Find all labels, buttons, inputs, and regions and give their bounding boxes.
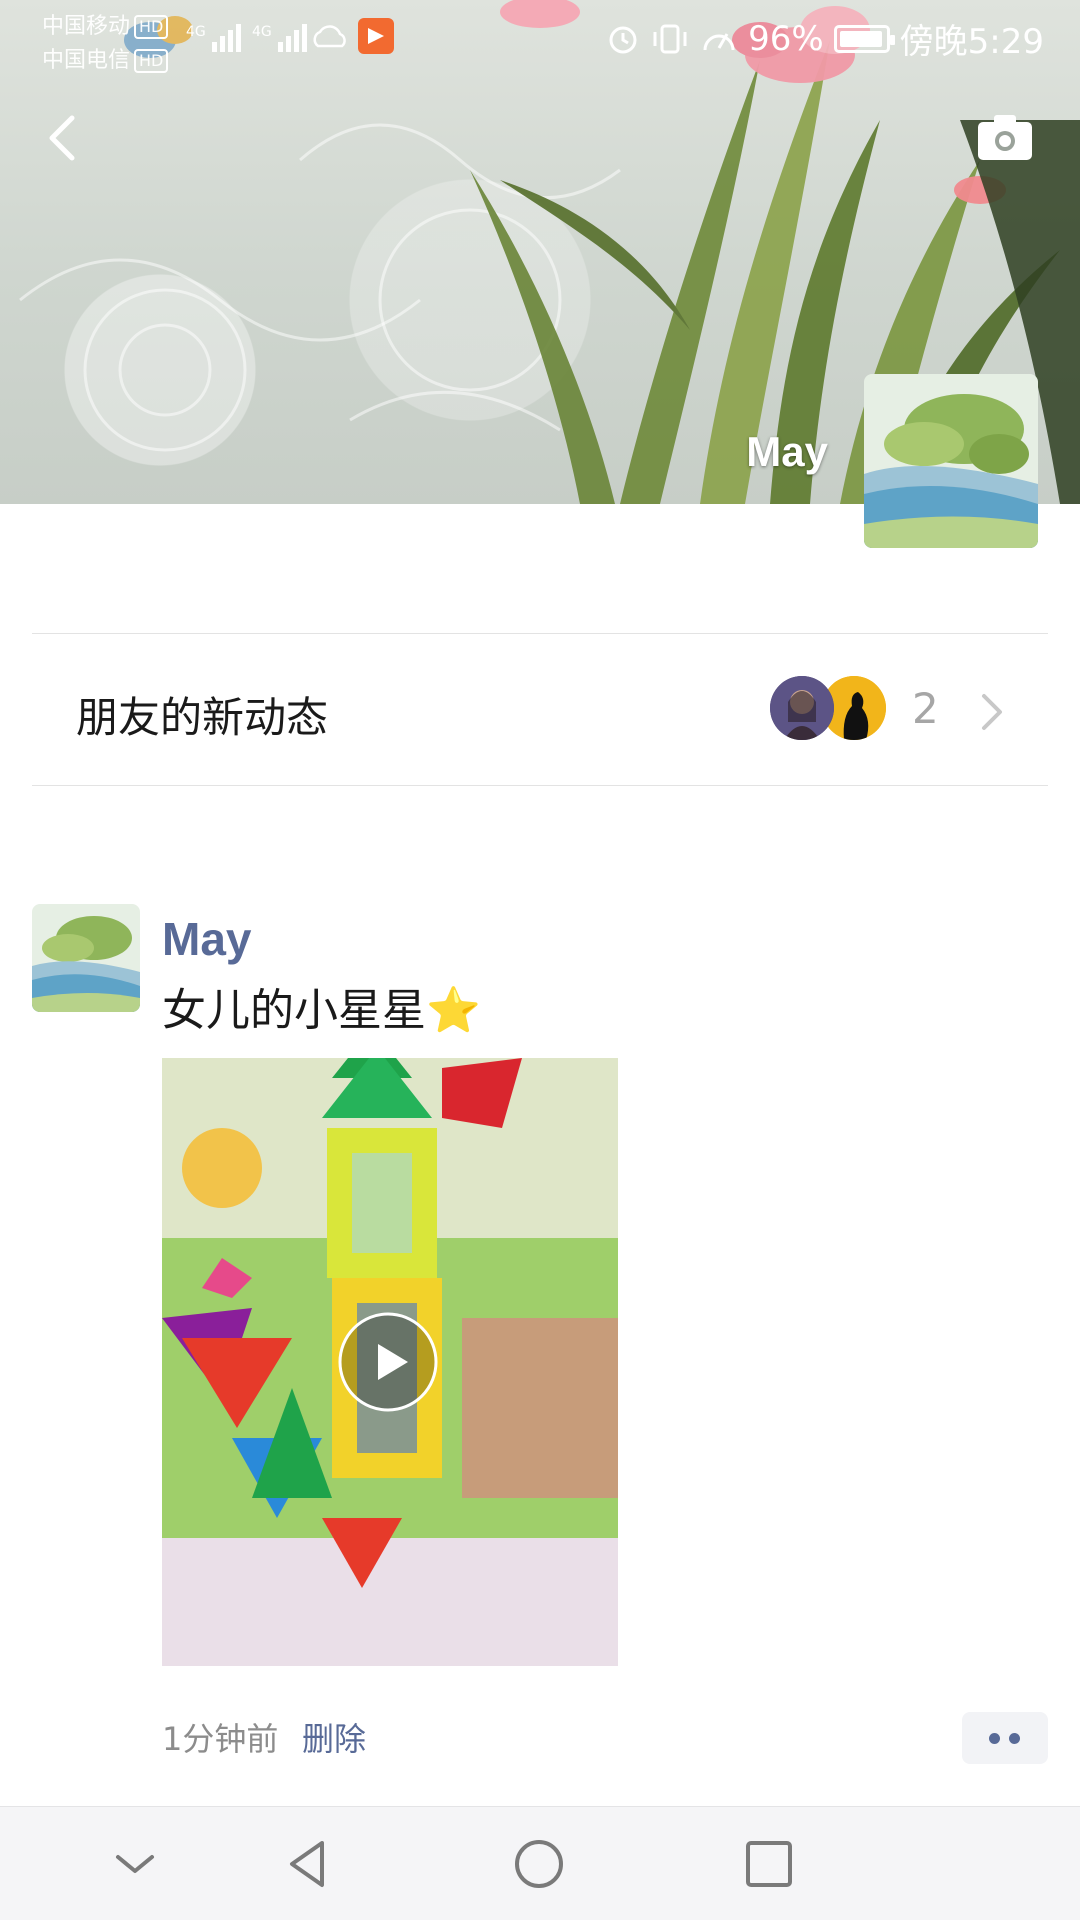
carrier-1: 中国移动 HD (42, 8, 169, 40)
friends-updates-count: 2 (912, 684, 939, 733)
status-bar: 中国移动 HD 中国电信 HD 4G 4G 96% 傍晚5:29 (0, 0, 1080, 76)
alarm-icon (609, 26, 637, 53)
more-options-button[interactable] (962, 1712, 1048, 1764)
carrier-2: 中国电信 HD (42, 42, 169, 74)
app-notification-icon (358, 18, 394, 54)
system-nav-bar (0, 1806, 1080, 1920)
carrier-2-label: 中国电信 (42, 48, 131, 73)
post-text-content: 女儿的小星星 (162, 985, 426, 1036)
profile-avatar[interactable] (864, 374, 1038, 548)
camera-icon[interactable] (976, 112, 1034, 162)
delete-button[interactable]: 删除 (302, 1714, 366, 1760)
recents-icon[interactable] (736, 1831, 802, 1897)
post-author-avatar[interactable] (32, 904, 140, 1012)
home-icon[interactable] (506, 1831, 572, 1897)
clock: 傍晚5:29 (899, 22, 1044, 62)
hd-badge-2: HD (134, 49, 169, 73)
vibrate-icon (653, 24, 687, 53)
post-text: 女儿的小星星⭐ (162, 974, 481, 1038)
star-emoji: ⭐ (426, 985, 481, 1036)
post-author-name[interactable]: May (162, 912, 251, 966)
chevron-left-icon[interactable] (34, 108, 94, 168)
back-icon[interactable] (276, 1831, 342, 1897)
post-video-thumbnail[interactable] (162, 1058, 618, 1666)
more-dot-icon (989, 1733, 1000, 1744)
network-1-label: 4G (186, 24, 206, 40)
chevron-right-icon (982, 694, 1002, 730)
more-dot-icon (1009, 1733, 1020, 1744)
battery-icon (833, 24, 895, 53)
profile-name[interactable]: May (746, 428, 828, 476)
divider-bottom (32, 785, 1048, 786)
post-timestamp: 1分钟前 (162, 1720, 279, 1758)
speed-icon (703, 32, 735, 50)
hd-badge-1: HD (134, 15, 169, 39)
play-icon[interactable] (336, 1310, 440, 1414)
cloud-icon (313, 25, 346, 48)
friends-updates-title: 朋友的新动态 (76, 693, 329, 742)
carrier-1-label: 中国移动 (42, 14, 131, 39)
friend-avatar-1 (770, 676, 834, 740)
status-right-group: 96% 傍晚5:29 (606, 14, 1044, 63)
collapse-icon[interactable] (102, 1831, 168, 1897)
battery-percent: 96% (748, 18, 824, 59)
friends-updates-row[interactable]: 朋友的新动态 2 (32, 634, 1048, 784)
network-2-label: 4G (252, 24, 272, 40)
